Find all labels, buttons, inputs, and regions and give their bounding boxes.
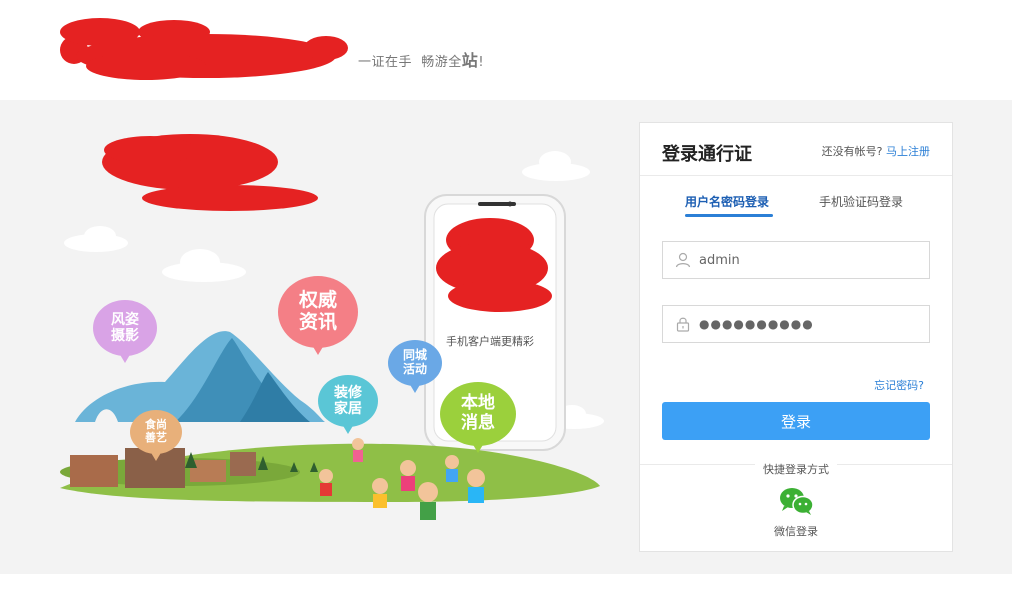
username-input[interactable] [699,252,919,268]
quick-login-label-wrap: 快捷登录方式 [640,458,952,477]
quick-login-label: 快捷登录方式 [755,463,837,476]
user-icon [675,252,691,268]
login-panel: 登录通行证 还没有帐号? 马上注册 用户名密码登录 手机验证码登录 忘记密码? [639,122,953,552]
bubble-local-news: 本地 消息 [440,382,516,453]
register-link[interactable]: 马上注册 [886,145,930,158]
register-hint: 还没有帐号? 马上注册 [822,143,930,159]
slogan-part1: 一证在手 [358,55,413,70]
password-field[interactable] [662,305,930,343]
username-field[interactable] [662,241,930,279]
site-logo-redacted [60,18,348,80]
bubble-news: 权威 资讯 [278,276,358,355]
divider [640,175,952,176]
lock-icon [676,317,690,332]
bubble-photography: 风姿 摄影 [93,300,157,363]
slogan-part2: 畅游全 [421,55,462,70]
login-button[interactable]: 登录 [662,402,930,440]
page-header: 一证在手 畅游全站! [0,0,1012,100]
phone-caption: 手机客户端更精彩 [446,335,534,348]
bubble-local-events: 同城 活动 [388,340,442,393]
tab-sms-login[interactable]: 手机验证码登录 [819,193,903,210]
active-tab-indicator [685,214,773,217]
main-stage: 风姿 摄影 权威 资讯 同城 活动 装修 家居 本地 消息 食尚 善艺 手机客户… [0,100,1012,574]
headline-redacted [102,134,318,211]
bubble-home-decor: 装修 家居 [318,375,378,434]
wechat-icon[interactable] [778,486,814,516]
login-title: 登录通行证 [662,144,752,165]
slogan-end: ! [478,55,485,70]
bubble-food: 食尚 善艺 [130,410,182,461]
password-input[interactable] [699,317,919,331]
forgot-password-link[interactable]: 忘记密码? [874,377,924,393]
register-hint-text: 还没有帐号? [821,145,883,158]
wechat-login-label[interactable]: 微信登录 [640,523,952,539]
slogan: 一证在手 畅游全站! [358,47,484,71]
slogan-big-char: 站 [461,51,479,70]
tab-password-login[interactable]: 用户名密码登录 [685,193,769,210]
